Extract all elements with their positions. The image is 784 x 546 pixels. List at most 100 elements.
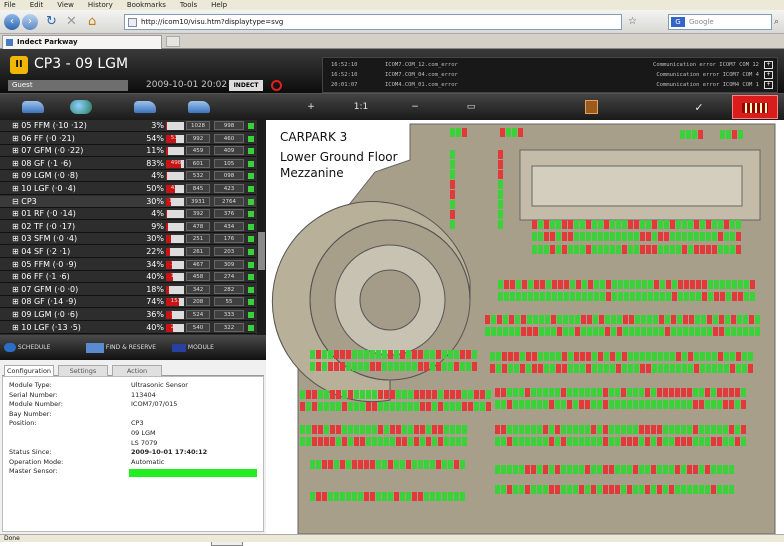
forward-icon[interactable]: › [22,14,38,30]
parking-bay[interactable] [563,315,568,324]
parking-bay[interactable] [450,437,455,446]
parking-bay[interactable] [468,402,473,411]
parking-bay[interactable] [724,220,729,229]
parking-bay[interactable] [372,390,377,399]
parking-bay[interactable] [460,492,465,501]
parking-bay[interactable] [711,465,716,474]
parking-bay[interactable] [432,402,437,411]
parking-bay[interactable] [390,402,395,411]
parking-bay[interactable] [627,437,632,446]
reload-icon[interactable]: ↻ [46,14,57,30]
parking-bay[interactable] [543,425,548,434]
parking-bay[interactable] [686,130,691,139]
parking-bay[interactable] [472,350,477,359]
parking-bay[interactable] [723,425,728,434]
parking-bay[interactable] [498,292,503,301]
parking-bay[interactable] [318,425,323,434]
parking-bay[interactable] [688,352,693,361]
parking-bay[interactable] [543,485,548,494]
car-view-icon[interactable] [22,101,44,113]
parking-bay[interactable] [657,437,662,446]
parking-bay[interactable] [627,425,632,434]
parking-bay[interactable] [546,280,551,289]
parking-bay[interactable] [370,350,375,359]
parking-bay[interactable] [615,485,620,494]
parking-bay[interactable] [360,390,365,399]
parking-bay[interactable] [701,315,706,324]
parking-bay[interactable] [545,315,550,324]
parking-bay[interactable] [378,425,383,434]
parking-bay[interactable] [513,485,518,494]
parking-bay[interactable] [515,327,520,336]
parking-bay[interactable] [501,437,506,446]
zoom-fit-icon[interactable]: ▭ [458,98,484,117]
parking-bay[interactable] [634,364,639,373]
parking-bay[interactable] [737,327,742,336]
parking-bay[interactable] [514,352,519,361]
tree-row[interactable]: ⊞ 09 LGM (·0 ·6) 36% 191 524 333 [0,309,256,321]
parking-bay[interactable] [503,327,508,336]
parking-bay[interactable] [396,425,401,434]
parking-bay[interactable] [310,362,315,371]
parking-bay[interactable] [623,315,628,324]
tree-row[interactable]: ⊞ 09 LGM (·0 ·8) 4% 24 532 098 [0,170,256,183]
parking-bay[interactable] [420,390,425,399]
parking-bay[interactable] [372,425,377,434]
parking-bay[interactable] [531,400,536,409]
parking-bay[interactable] [705,400,710,409]
parking-bay[interactable] [681,465,686,474]
search-icon[interactable]: ⌕ [774,14,779,30]
parking-bay[interactable] [636,280,641,289]
parking-bay[interactable] [525,400,530,409]
parking-bay[interactable] [550,245,555,254]
parking-bay[interactable] [418,350,423,359]
parking-bay[interactable] [544,364,549,373]
parking-bay[interactable] [555,400,560,409]
parking-bay[interactable] [402,437,407,446]
parking-bay[interactable] [330,390,335,399]
parking-bay[interactable] [519,485,524,494]
parking-bay[interactable] [609,425,614,434]
parking-bay[interactable] [364,492,369,501]
car-view-3-icon[interactable] [188,101,210,113]
parking-bay[interactable] [682,220,687,229]
parking-bay[interactable] [689,315,694,324]
parking-bay[interactable] [660,292,665,301]
parking-bay[interactable] [616,245,621,254]
parking-bay[interactable] [495,388,500,397]
parking-bay[interactable] [568,220,573,229]
parking-bay[interactable] [657,388,662,397]
parking-bay[interactable] [621,388,626,397]
tree-row[interactable]: ⊞ 10 LGF (·0 ·4) 50% 422 845 423 [0,183,256,195]
parking-bay[interactable] [300,437,305,446]
parking-bay[interactable] [579,400,584,409]
parking-bay[interactable] [694,245,699,254]
parking-bay[interactable] [486,402,491,411]
parking-bay[interactable] [567,437,572,446]
find-reserve-button[interactable]: FIND & RESERVE [86,339,166,356]
parking-bay[interactable] [501,388,506,397]
tree-scrollbar-thumb[interactable] [258,232,265,270]
parking-bay[interactable] [594,280,599,289]
parking-bay[interactable] [582,280,587,289]
parking-bay[interactable] [426,402,431,411]
menu-item-file[interactable]: File [4,0,16,10]
parking-bay[interactable] [348,437,353,446]
parking-bay[interactable] [549,425,554,434]
parking-bay[interactable] [324,402,329,411]
bookmark-star-icon[interactable]: ☆ [628,14,637,30]
parking-bay[interactable] [627,465,632,474]
parking-bay[interactable] [557,315,562,324]
parking-bay[interactable] [585,425,590,434]
parking-bay[interactable] [600,292,605,301]
parking-bay[interactable] [460,350,465,359]
parking-bay[interactable] [444,402,449,411]
parking-bay[interactable] [448,492,453,501]
parking-bay[interactable] [573,485,578,494]
parking-bay[interactable] [604,232,609,241]
parking-bay[interactable] [639,425,644,434]
parking-bay[interactable] [735,437,740,446]
parking-bay[interactable] [587,315,592,324]
parking-bay[interactable] [414,402,419,411]
parking-bay[interactable] [543,465,548,474]
